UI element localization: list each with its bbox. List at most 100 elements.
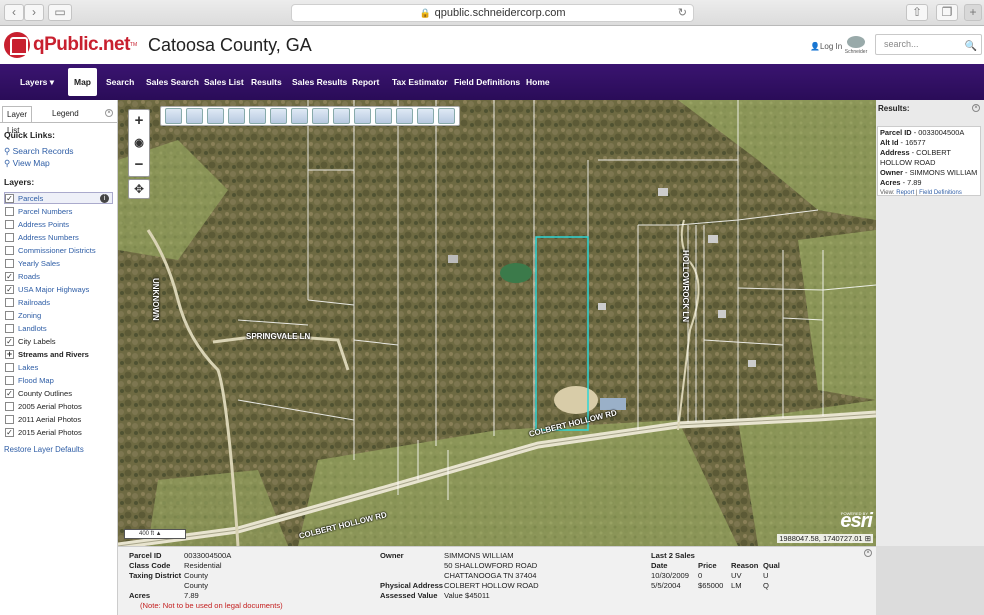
layer-checkbox[interactable] — [5, 427, 14, 437]
layers-tool-icon[interactable] — [291, 108, 308, 124]
layer-address-points[interactable]: Address Points — [5, 218, 69, 230]
nav-sales-search[interactable]: Sales Search — [146, 64, 199, 100]
select-tool-icon[interactable] — [207, 108, 224, 124]
view-map-link[interactable]: ⚲ View Map — [4, 158, 50, 169]
layer-2005-aerial-photos[interactable]: 2005 Aerial Photos — [5, 400, 82, 412]
nav-sales-list[interactable]: Sales List — [204, 64, 244, 100]
layer-checkbox[interactable] — [5, 193, 14, 203]
tab-legend[interactable]: Legend — [48, 106, 83, 122]
layer-yearly-sales[interactable]: Yearly Sales — [5, 257, 60, 269]
close-icon[interactable]: × — [864, 549, 872, 557]
nav-field-definitions[interactable]: Field Definitions — [454, 64, 520, 100]
zoom-in-button[interactable]: + — [129, 110, 149, 132]
search-tool-icon[interactable] — [333, 108, 350, 124]
result-card[interactable]: Parcel ID - 0033004500A Alt Id - 16577 A… — [877, 126, 981, 196]
sales-title: Last 2 Sales — [651, 551, 695, 560]
layer-parcel-numbers[interactable]: Parcel Numbers — [5, 205, 72, 217]
layer-label: City Labels — [18, 336, 56, 346]
zoom-extent-tool-icon[interactable] — [270, 108, 287, 124]
nav-map[interactable]: Map — [68, 68, 97, 96]
address-bar[interactable]: 🔒 qpublic.schneidercorp.com ↻ — [291, 4, 694, 22]
expand-icon[interactable]: ⊞ — [865, 534, 871, 543]
layer-landlots[interactable]: Landlots — [5, 322, 47, 334]
layer-checkbox[interactable] — [5, 323, 14, 333]
info-tool-icon[interactable] — [165, 108, 182, 124]
layer-railroads[interactable]: Railroads — [5, 296, 50, 308]
zoom-out-button[interactable]: − — [129, 154, 149, 176]
share-icon[interactable]: ⇧ — [906, 4, 928, 21]
identify-tool-icon[interactable] — [186, 108, 203, 124]
share-tool-icon[interactable] — [396, 108, 413, 124]
layer-roads[interactable]: Roads — [5, 270, 40, 282]
forward-button[interactable]: › — [24, 4, 44, 21]
map-view[interactable]: + ◉ − ✥ UNKNOWN SPRINGVALE LN HOLLOWROCK… — [118, 100, 876, 546]
layer-checkbox[interactable] — [5, 336, 14, 346]
layer-commissioner-districts[interactable]: Commissioner Districts — [5, 244, 96, 256]
field-definitions-link[interactable]: Field Definitions — [919, 190, 962, 196]
tab-layer-list[interactable]: Layer List — [2, 106, 33, 135]
sidebar-toggle-icon[interactable]: ▭ — [48, 4, 72, 21]
new-tab-icon[interactable]: + — [964, 4, 982, 21]
measure-tool-icon[interactable] — [312, 108, 329, 124]
nav-layers[interactable]: Layers ▾ — [20, 64, 54, 100]
close-icon[interactable]: × — [972, 104, 980, 112]
layer-checkbox[interactable] — [5, 258, 14, 268]
layer-checkbox[interactable] — [5, 388, 14, 398]
layer-streams-and-rivers[interactable]: + Streams and Rivers — [5, 348, 89, 360]
report-link[interactable]: Report — [896, 190, 914, 196]
layer-checkbox[interactable] — [5, 414, 14, 424]
layer-city-labels[interactable]: City Labels — [5, 335, 56, 347]
globe-icon[interactable]: ◉ — [129, 132, 149, 154]
restore-layer-defaults-link[interactable]: Restore Layer Defaults — [4, 445, 84, 454]
layer-lakes[interactable]: Lakes — [5, 361, 38, 373]
reload-icon[interactable]: ↻ — [678, 5, 687, 22]
nav-search[interactable]: Search — [106, 64, 134, 100]
eraser-tool-icon[interactable] — [249, 108, 266, 124]
draw-tool-icon[interactable] — [354, 108, 371, 124]
nav-home[interactable]: Home — [526, 64, 550, 100]
login-link[interactable]: 👤Log In — [810, 42, 842, 51]
layer-parcels[interactable]: Parcels i — [4, 192, 113, 204]
nav-report[interactable]: Report — [352, 64, 379, 100]
search-records-link[interactable]: ⚲ Search Records — [4, 146, 74, 157]
layer-usa-major-highways[interactable]: USA Major Highways — [5, 283, 89, 295]
info-icon[interactable]: i — [100, 194, 109, 203]
layer-checkbox[interactable] — [5, 310, 14, 320]
fullscreen-tool-icon[interactable] — [375, 108, 392, 124]
layer-checkbox[interactable] — [5, 375, 14, 385]
layer-checkbox[interactable] — [5, 271, 14, 281]
layer-address-numbers[interactable]: Address Numbers — [5, 231, 79, 243]
pan-icon[interactable]: ✥ — [128, 179, 150, 199]
layer-2011-aerial-photos[interactable]: 2011 Aerial Photos — [5, 413, 81, 425]
layer-checkbox[interactable] — [5, 297, 14, 307]
search-icon[interactable]: 🔍 — [965, 37, 977, 56]
layer-checkbox[interactable] — [5, 232, 14, 242]
layer-checkbox[interactable] — [5, 245, 14, 255]
legal-note: (Note: Not to be used on legal documents… — [140, 601, 283, 610]
nav-tax-estimator[interactable]: Tax Estimator — [392, 64, 448, 100]
layer-zoning[interactable]: Zoning — [5, 309, 41, 321]
back-button[interactable]: ‹ — [4, 4, 24, 21]
search-input[interactable]: search... 🔍 — [875, 34, 982, 55]
results-panel-footer — [876, 546, 984, 615]
nav-sales-results[interactable]: Sales Results — [292, 64, 347, 100]
layer-label: 2005 Aerial Photos — [18, 401, 82, 411]
qpublic-logo[interactable]: qPublic.net TM — [4, 32, 137, 58]
close-icon[interactable]: × — [105, 109, 113, 117]
layer-checkbox[interactable] — [5, 206, 14, 216]
layer-county-outlines[interactable]: County Outlines — [5, 387, 72, 399]
layer-checkbox[interactable] — [5, 284, 14, 294]
expand-icon[interactable]: + — [5, 349, 14, 359]
layer-flood-map[interactable]: Flood Map — [5, 374, 54, 386]
layer-checkbox[interactable] — [5, 401, 14, 411]
layer-checkbox[interactable] — [5, 362, 14, 372]
layer-label: Address Numbers — [18, 232, 79, 242]
layer-2015-aerial-photos[interactable]: 2015 Aerial Photos — [5, 426, 82, 438]
nav-results[interactable]: Results — [251, 64, 282, 100]
print-tool-icon[interactable] — [417, 108, 434, 124]
layer-checkbox[interactable] — [5, 219, 14, 229]
tabs-icon[interactable]: ❐ — [936, 4, 958, 21]
schneider-logo[interactable]: Schneider — [843, 36, 869, 55]
save-tool-icon[interactable] — [438, 108, 455, 124]
buffer-tool-icon[interactable] — [228, 108, 245, 124]
